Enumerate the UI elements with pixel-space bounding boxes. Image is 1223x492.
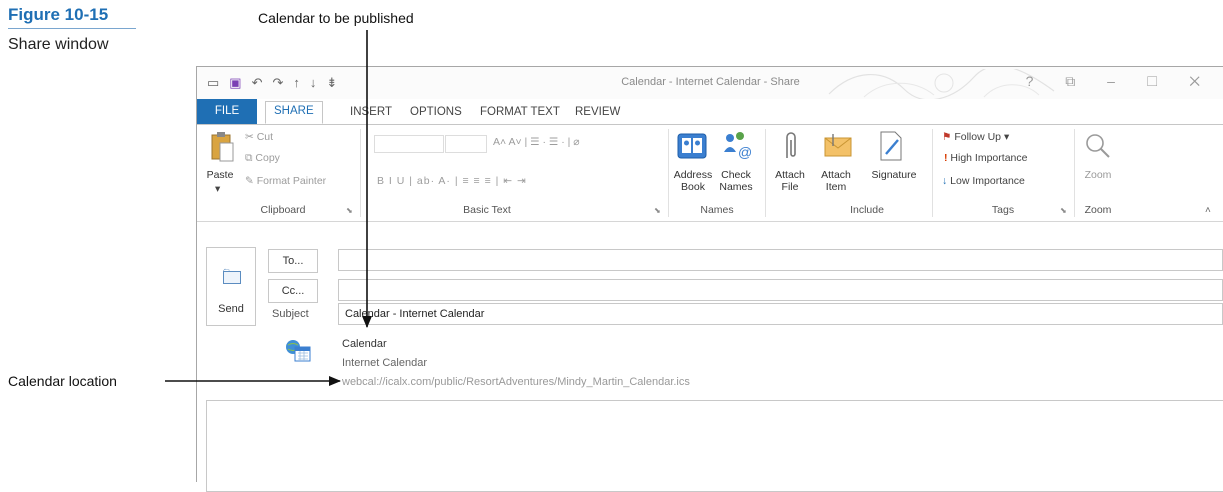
callout-arrows bbox=[165, 30, 372, 386]
